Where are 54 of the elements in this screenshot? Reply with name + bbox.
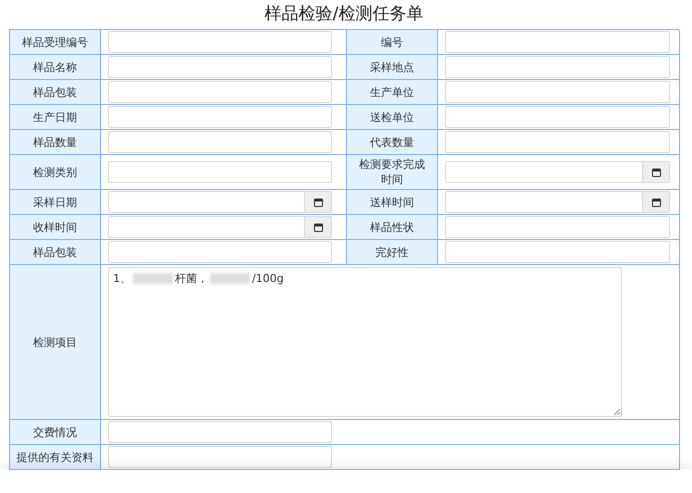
field-label: 样品数量 [33,134,77,150]
field-label: 样品性状 [370,220,414,234]
field-label: 生产日期 [33,110,77,124]
field-label: 检测类别 [33,164,77,180]
date-field[interactable] [445,191,643,213]
redaction-blur [210,273,250,284]
field-label: 送检单位 [370,110,414,124]
input-field[interactable] [108,31,332,53]
date-field[interactable] [108,191,305,213]
form-title: 样品检验/检测任务单 [264,3,424,26]
text-area[interactable]: 1、 杆菌， /100g [108,267,622,417]
field-label: 检测要求完成时间 [358,157,426,187]
input-field[interactable] [445,216,670,238]
input-field[interactable] [445,81,670,103]
input-field[interactable] [108,56,332,78]
field-label: 样品名称 [33,60,77,74]
calendar-button[interactable] [643,161,670,183]
calendar-icon [314,222,322,232]
field-label: 送样时间 [370,194,414,210]
input-field[interactable] [108,81,332,103]
field-label: 生产单位 [370,84,414,100]
calendar-icon [652,198,660,206]
resize-grip-icon[interactable] [613,408,620,415]
input-field[interactable] [108,241,332,263]
field-label: 样品包装 [33,84,77,100]
field-label: 编号 [381,34,403,50]
field-label: 完好性 [376,244,408,260]
field-label: 样品包装 [33,244,77,260]
input-field[interactable] [108,106,332,128]
input-field[interactable] [445,241,670,263]
input-field[interactable] [445,31,670,53]
field-label: 代表数量 [370,134,414,150]
date-field[interactable] [445,161,643,183]
field-label: 提供的有关资料 [16,450,94,464]
field-label: 采样地点 [370,60,414,74]
calendar-button[interactable] [643,191,670,213]
calendar-button[interactable] [305,216,332,238]
calendar-icon [652,168,660,176]
input-field[interactable] [445,56,670,78]
redaction-blur [133,273,173,284]
field-label: 收样时间 [33,220,77,234]
input-field[interactable] [445,131,670,153]
date-field[interactable] [108,216,305,238]
input-field[interactable] [108,161,332,183]
input-field[interactable] [445,106,670,128]
field-label: 检测项目 [33,334,77,350]
calendar-button[interactable] [305,191,332,213]
field-label: 交费情况 [33,424,77,440]
field-label: 采样日期 [33,194,77,210]
calendar-icon [314,198,322,206]
input-field[interactable] [108,421,332,443]
input-field[interactable] [108,446,332,468]
field-label: 样品受理编号 [22,34,88,50]
input-field[interactable] [108,131,332,153]
